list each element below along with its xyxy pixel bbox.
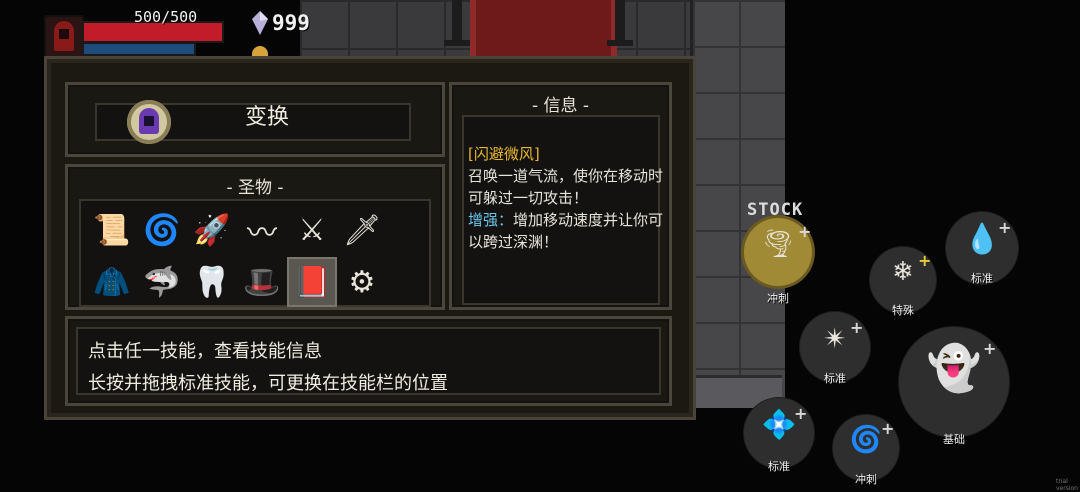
player-portrait[interactable] xyxy=(44,15,84,59)
hooded-figure-icon[interactable] xyxy=(127,100,171,144)
crystal-icon: 💠 xyxy=(761,407,797,441)
skill-name: 变换 xyxy=(244,105,289,130)
gem-icon xyxy=(252,11,268,35)
spring-icon[interactable]: 〰 xyxy=(239,207,285,253)
skill-orb-standard-void[interactable]: ✴ + 标准 xyxy=(800,312,870,385)
gem-count: 999 xyxy=(272,11,310,35)
info-skill-name: [闪避微风] xyxy=(468,145,540,163)
upgrade-plus-icon: + xyxy=(918,251,932,270)
skill-orb-basic[interactable]: 👻 + 基础 xyxy=(899,327,1009,446)
skill-orb-label: 冲刺 xyxy=(855,473,877,486)
upgrade-plus-icon: + xyxy=(983,339,997,358)
version-text: trial version xyxy=(1056,478,1078,492)
help-frame: 点击任一技能，查看技能信息 长按并拖拽标准技能，可更换在技能栏的位置 xyxy=(65,316,672,406)
info-text: [闪避微风] 召唤一道气流，使你在移动时可躲过一切攻击！ 增强：增加移动速度并让… xyxy=(468,143,666,253)
relics-title: - 圣物 - xyxy=(226,178,284,198)
crossed-swords-icon[interactable]: ⚔ xyxy=(289,207,335,253)
mana-bar xyxy=(82,42,196,56)
green-cloak-icon[interactable]: 🧥 xyxy=(89,259,135,305)
skill-orb-label: 标准 xyxy=(768,460,790,473)
skill-orb-standard-crystal[interactable]: 💠 + 标准 xyxy=(744,398,814,473)
skill-orb-standard-water[interactable]: 💧 + 标准 xyxy=(946,212,1018,285)
info-description: 召唤一道气流，使你在移动时可躲过一切攻击！ xyxy=(468,167,664,207)
skill-orb-label: 基础 xyxy=(943,433,965,446)
relics-frame: - 圣物 - 📜 🌀 🚀 〰 ⚔ 🗡 🧥 🦈 🦷 🎩 📕 ⚙ xyxy=(65,164,445,310)
skill-orb-label: 冲刺 xyxy=(767,292,789,305)
gold-coin-icon xyxy=(252,46,268,56)
skill-info-panel: 变换 - 圣物 - 📜 🌀 🚀 〰 ⚔ 🗡 🧥 🦈 🦷 🎩 📕 ⚙ - 信息 - [闪避微风] 召唤一… xyxy=(44,56,696,420)
player-face xyxy=(59,29,69,39)
upgrade-plus-icon: + xyxy=(794,404,808,423)
fang-icon[interactable]: 🦷 xyxy=(189,259,235,305)
pillar-right xyxy=(615,0,625,40)
pillar-left-base xyxy=(444,40,470,46)
skill-orb-dash-bottom[interactable]: 🌀 + 冲刺 xyxy=(833,415,899,486)
shark-icon[interactable]: 🦈 xyxy=(139,259,185,305)
info-enhance-label: 增强： xyxy=(468,211,514,229)
skill-orb-label: 特殊 xyxy=(892,304,914,317)
tome-icon[interactable]: 📕 xyxy=(287,257,337,307)
upgrade-plus-icon: + xyxy=(998,218,1012,237)
skill-orb-label: 标准 xyxy=(824,372,846,385)
water-orbs-icon: 💧 xyxy=(963,221,1001,256)
upgrade-plus-icon: + xyxy=(850,318,864,337)
health-text: 500/500 xyxy=(134,8,198,26)
info-frame: - 信息 - [闪避微风] 召唤一道气流，使你在移动时可躲过一切攻击！ 增强：增… xyxy=(449,82,672,310)
help-line-2: 长按并拖拽标准技能，可更换在技能栏的位置 xyxy=(88,373,448,394)
upgrade-plus-icon: + xyxy=(881,419,895,438)
pillar-right-base xyxy=(607,40,633,46)
info-title: - 信息 - xyxy=(531,96,590,116)
scroll-icon[interactable]: 📜 xyxy=(89,207,135,253)
pillar-left xyxy=(452,0,462,40)
ice-spiral-icon: ❄ xyxy=(892,257,914,288)
void-dash-icon: 🌀 xyxy=(849,425,883,456)
red-hat-icon[interactable]: 🎩 xyxy=(239,259,285,305)
red-carpet xyxy=(470,0,617,58)
broken-sword-icon[interactable]: 🗡 xyxy=(339,207,385,253)
stock-label: STOCK xyxy=(747,200,804,220)
skill-orb-special[interactable]: ❄ + 特殊 xyxy=(870,247,936,317)
rocket-icon[interactable]: 🚀 xyxy=(189,207,235,253)
skill-orb-label: 标准 xyxy=(971,272,993,285)
spiky-gear-icon[interactable]: ⚙ xyxy=(339,259,385,305)
wind-spirit-icon: 🌪 xyxy=(760,228,796,260)
help-line-1: 点击任一技能，查看技能信息 xyxy=(88,341,322,362)
void-claw-icon: ✴ xyxy=(823,321,847,355)
relics-grid: 📜 🌀 🚀 〰 ⚔ 🗡 🧥 🦈 🦷 🎩 📕 ⚙ xyxy=(79,199,431,307)
shadow-wraith-icon: 👻 xyxy=(926,342,982,394)
upgrade-plus-icon: + xyxy=(798,222,812,241)
coiled-rope-icon[interactable]: 🌀 xyxy=(139,207,185,253)
skill-orb-dash-top[interactable]: 🌪 + 冲刺 xyxy=(744,218,812,305)
